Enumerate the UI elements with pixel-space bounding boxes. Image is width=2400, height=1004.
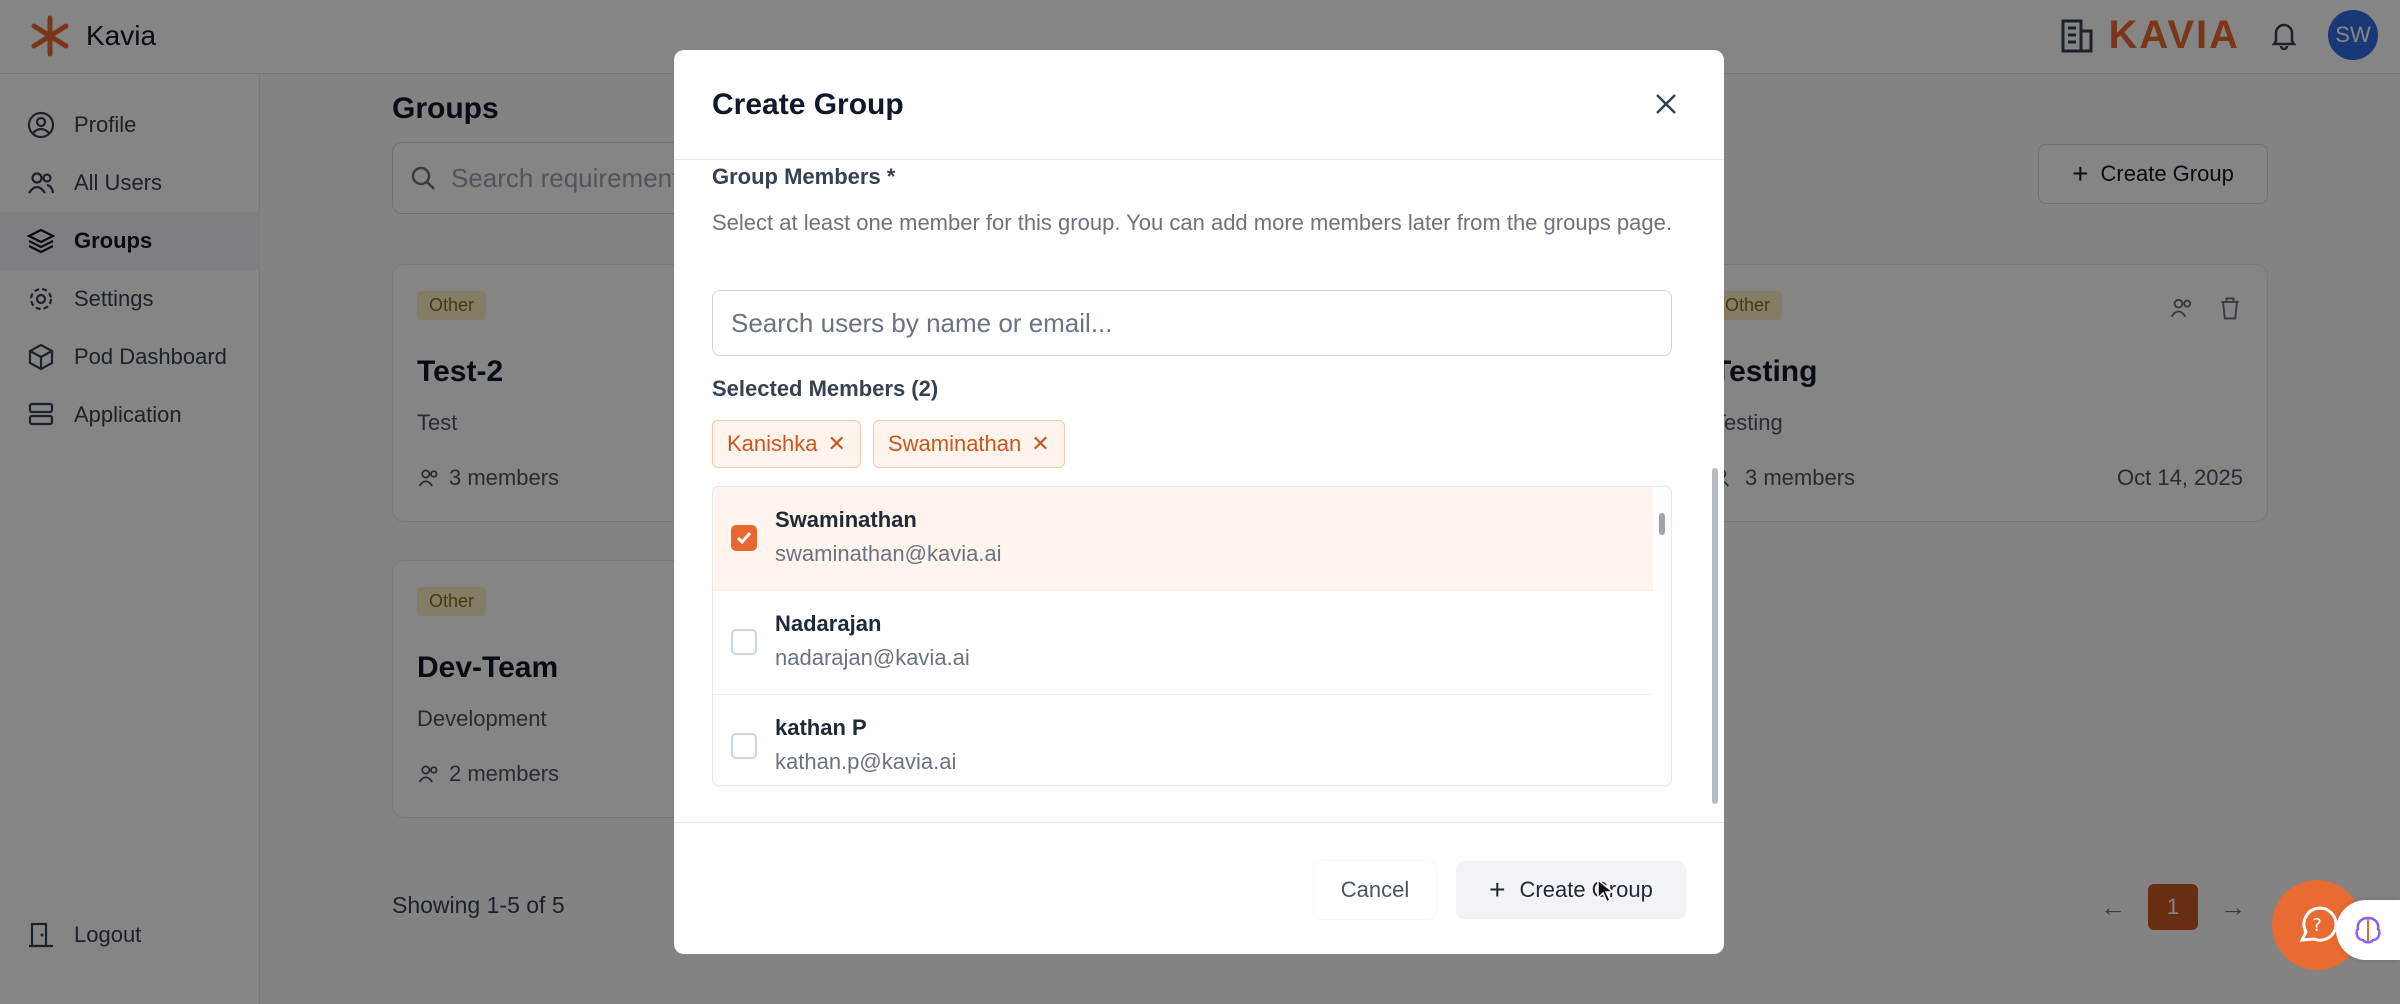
member-search-input[interactable]: Search users by name or email...: [712, 290, 1672, 356]
user-email: swaminathan@kavia.ai: [775, 541, 1002, 566]
mouse-cursor-icon: [1597, 878, 1616, 904]
user-list-scrollbar-thumb[interactable]: [1659, 513, 1665, 535]
user-list-scrollbar[interactable]: [1657, 497, 1667, 777]
chip-label: Swaminathan: [887, 431, 1022, 456]
user-name: kathan P: [775, 715, 867, 740]
selected-members-chips: Kanishka ✕ Swaminathan ✕: [712, 420, 1065, 468]
group-members-help: Select at least one member for this grou…: [712, 210, 1672, 235]
remove-chip-icon[interactable]: ✕: [828, 431, 846, 457]
user-name: Nadarajan: [775, 611, 882, 636]
submit-create-group-button[interactable]: + Create Group: [1456, 861, 1686, 919]
svg-text:?: ?: [2312, 915, 2322, 936]
user-email: nadarajan@kavia.ai: [775, 645, 970, 670]
user-email: kathan.p@kavia.ai: [775, 749, 957, 774]
ai-assistant-button[interactable]: [2336, 900, 2400, 960]
member-search-placeholder: Search users by name or email...: [731, 307, 1113, 338]
user-list-item[interactable]: Swaminathan swaminathan@kavia.ai: [713, 487, 1653, 591]
user-checkbox[interactable]: [731, 525, 757, 551]
brain-icon: [2355, 916, 2381, 944]
cancel-button[interactable]: Cancel: [1314, 861, 1436, 919]
user-checkbox[interactable]: [731, 733, 757, 759]
user-checkbox[interactable]: [731, 629, 757, 655]
chat-help-icon: ?: [2299, 906, 2338, 942]
user-name: Swaminathan: [775, 507, 917, 532]
group-members-label: Group Members *: [712, 164, 896, 189]
dialog-header: Create Group: [674, 50, 1724, 160]
dialog-title: Create Group: [712, 88, 904, 121]
chip-label: Kanishka: [727, 431, 818, 456]
user-list-item[interactable]: Nadarajan nadarajan@kavia.ai: [713, 591, 1653, 695]
dialog-scrollbar-thumb[interactable]: [1712, 468, 1718, 804]
selected-members-label: Selected Members (2): [712, 376, 939, 401]
check-icon: [736, 532, 752, 545]
remove-chip-icon[interactable]: ✕: [1031, 431, 1049, 457]
close-icon[interactable]: [1650, 88, 1682, 120]
user-list: Swaminathan swaminathan@kavia.ai Nadaraj…: [712, 486, 1672, 786]
plus-icon: +: [1489, 874, 1506, 905]
member-chip: Kanishka ✕: [712, 420, 861, 468]
user-list-item[interactable]: kathan P kathan.p@kavia.ai: [713, 695, 1653, 785]
dialog-footer: Cancel + Create Group: [674, 822, 1724, 954]
create-group-dialog: Create Group Group Members * Select at l…: [674, 50, 1724, 954]
submit-create-group-label: Create Group: [1519, 877, 1653, 902]
member-chip: Swaminathan ✕: [872, 420, 1065, 468]
